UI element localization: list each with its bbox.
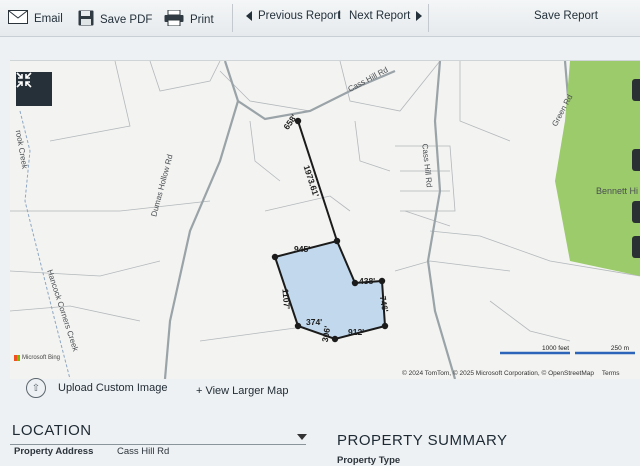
- printer-icon: [164, 9, 184, 29]
- save-report-button[interactable]: Save Report: [534, 10, 598, 22]
- upload-label: Upload Custom Image: [58, 382, 168, 394]
- terms-link[interactable]: Terms: [602, 370, 620, 377]
- view-larger-map-link[interactable]: + View Larger Map: [196, 385, 288, 397]
- attribution-text: © 2024 TomTom, © 2025 Microsoft Corporat…: [402, 370, 595, 377]
- property-type-label: Property Type: [337, 455, 401, 466]
- email-label: Email: [34, 12, 63, 25]
- map-zoom-control[interactable]: [632, 79, 640, 101]
- previous-report-button[interactable]: Previous Report: [246, 10, 340, 22]
- chevron-down-icon[interactable]: [297, 434, 307, 440]
- property-address-value: Cass Hill Rd: [117, 446, 170, 457]
- collapse-map-button[interactable]: [16, 72, 52, 106]
- upload-icon: ⇧: [26, 378, 46, 398]
- toolbar-divider: [232, 4, 233, 32]
- map-locate-control[interactable]: [632, 201, 640, 223]
- scale-feet-label: 1000 feet: [542, 345, 570, 352]
- location-title: LOCATION: [12, 422, 92, 439]
- map-rotate-control[interactable]: [632, 236, 640, 258]
- next-arrow-icon: [416, 11, 423, 21]
- map-attribution: © 2024 TomTom, © 2025 Microsoft Corporat…: [402, 370, 620, 377]
- location-divider: [10, 444, 306, 445]
- upload-custom-image-button[interactable]: ⇧ Upload Custom Image: [26, 378, 167, 398]
- report-toolbar: Email Save PDF Print Previous Report I N…: [0, 0, 640, 37]
- print-button[interactable]: Print: [164, 9, 214, 29]
- parcel-map[interactable]: Cass Hill Rd rook Creek Dumas Hollow Rd …: [10, 60, 640, 379]
- print-label: Print: [190, 13, 214, 26]
- floppy-disk-icon: [78, 10, 94, 29]
- next-report-button[interactable]: Next Report: [349, 10, 423, 22]
- property-address-label: Property Address: [14, 446, 94, 457]
- previous-report-label: Previous Report: [258, 10, 341, 22]
- report-nav-separator: I: [338, 10, 341, 22]
- microsoft-bing-logo: Microsoft Bing: [14, 355, 60, 361]
- toolbar-divider: [428, 4, 429, 32]
- collapse-arrows-icon: [16, 72, 32, 88]
- segment-length-label: 374': [306, 317, 323, 327]
- save-pdf-label: Save PDF: [100, 13, 153, 26]
- save-report-label: Save Report: [534, 10, 598, 22]
- property-summary-title: PROPERTY SUMMARY: [337, 432, 508, 449]
- place-label: Bennett Hi: [596, 186, 639, 196]
- microsoft-logo-icon: [14, 355, 20, 361]
- next-report-label: Next Report: [349, 10, 411, 22]
- email-button[interactable]: Email: [8, 10, 63, 27]
- map-scale: 1000 feet 250 m: [510, 345, 629, 352]
- segment-length-label: 438': [359, 276, 376, 286]
- segment-length-label: 912': [348, 327, 365, 337]
- save-pdf-button[interactable]: Save PDF: [78, 10, 152, 29]
- previous-arrow-icon: [246, 11, 252, 21]
- separator-text: I: [338, 10, 342, 22]
- segment-length-label: 1107': [280, 288, 293, 310]
- map-layer-control[interactable]: [632, 149, 640, 171]
- segment-length-label: 945': [294, 244, 311, 254]
- envelope-icon: [8, 10, 28, 27]
- scale-m-label: 250 m: [610, 345, 629, 352]
- bing-text: Microsoft Bing: [22, 355, 61, 361]
